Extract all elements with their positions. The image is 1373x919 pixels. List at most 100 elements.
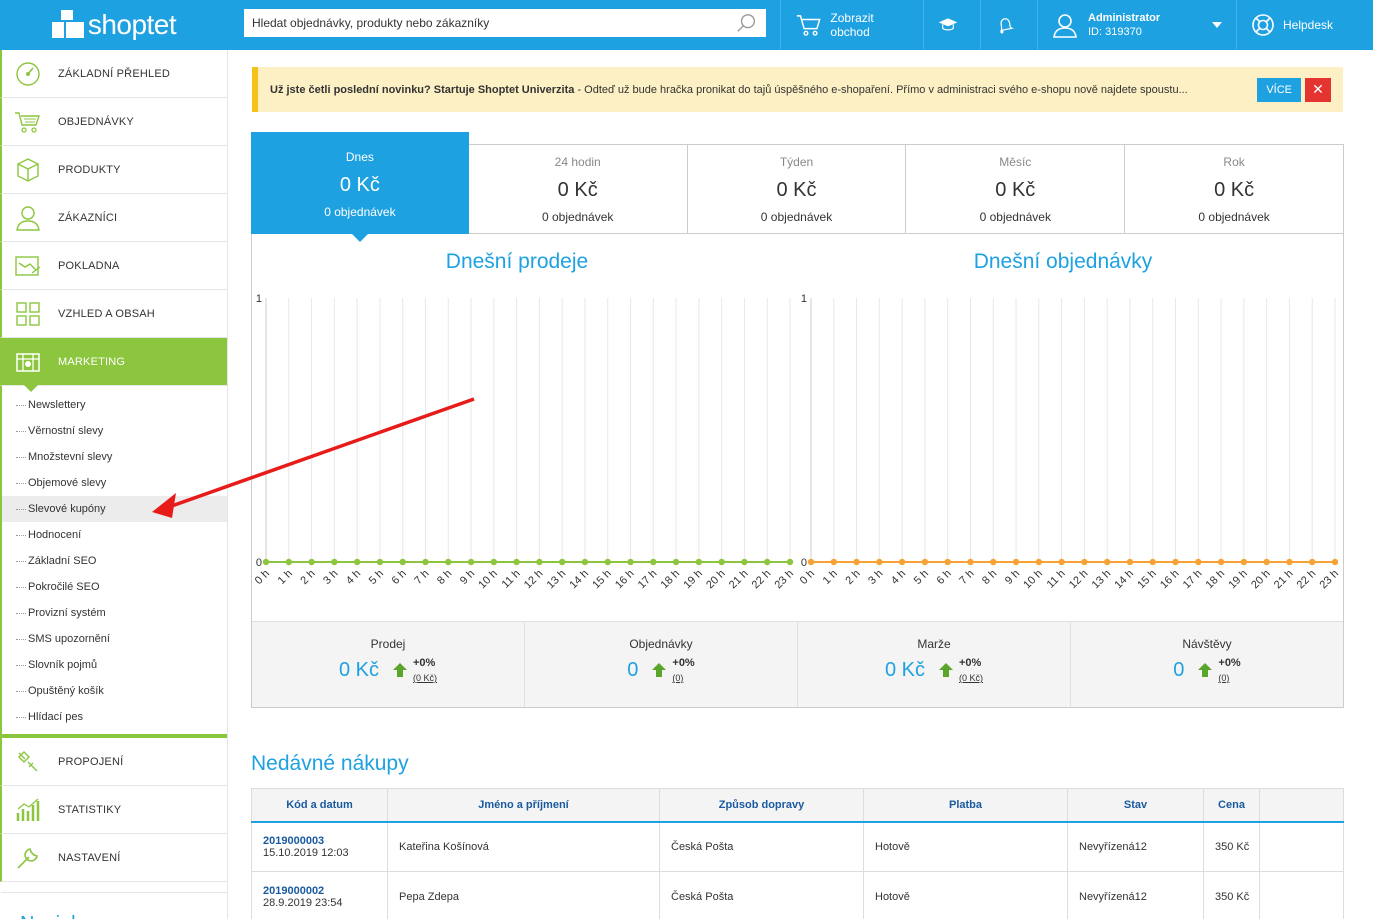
x-tick-label: 16 h <box>1158 568 1182 592</box>
search-input[interactable]: Hledat objednávky, produkty nebo zákazní… <box>244 9 766 37</box>
col-status[interactable]: Stav <box>1067 788 1204 823</box>
data-point <box>490 558 498 566</box>
col-payment[interactable]: Platba <box>863 788 1068 823</box>
tab-year[interactable]: Rok 0 Kč 0 objednávek <box>1125 144 1344 234</box>
x-tick-label: 23 h <box>1317 568 1341 592</box>
x-tick-label: 17 h <box>1181 568 1205 592</box>
table-row[interactable]: 2019000002 28.9.2019 23:54 Pepa Zdepa Čes… <box>251 871 1344 919</box>
banner-close-button[interactable]: ✕ <box>1305 77 1331 102</box>
data-point <box>876 558 883 566</box>
wrench-icon <box>14 844 42 872</box>
basket-icon <box>14 108 42 136</box>
sidebar-item-products[interactable]: PRODUKTY <box>0 146 227 194</box>
col-name[interactable]: Jméno a příjmení <box>387 788 660 823</box>
news-banner: Už jste četli poslední novinku? Startuje… <box>252 67 1343 112</box>
submenu-item-watchdog[interactable]: Hlídací pes <box>2 704 227 730</box>
lifebuoy-icon <box>1252 14 1274 36</box>
col-code-date[interactable]: Kód a datum <box>251 788 388 823</box>
summary-orders: Objednávky 0 +0% (0) <box>525 622 798 707</box>
data-point <box>672 558 680 566</box>
submenu-item-discount-coupons[interactable]: Slevové kupóny <box>2 496 227 522</box>
sidebar-item-register[interactable]: POKLADNA <box>0 242 227 290</box>
sidebar-item-customers[interactable]: ZÁKAZNÍCI <box>0 194 227 242</box>
submenu-item-loyalty-discounts[interactable]: Věrnostní slevy <box>2 418 227 444</box>
x-tick-label: 10 h <box>1021 568 1045 592</box>
sidebar-item-dashboard[interactable]: ZÁKLADNÍ PŘEHLED <box>0 50 227 98</box>
arrow-up-icon <box>393 663 407 677</box>
data-point <box>1331 558 1339 566</box>
data-point <box>1103 558 1111 566</box>
submenu-item-glossary[interactable]: Slovník pojmů <box>2 652 227 678</box>
sidebar-item-integrations[interactable]: PROPOJENÍ <box>0 738 227 786</box>
marketing-icon <box>14 348 42 376</box>
sidebar-item-statistics[interactable]: STATISTIKY <box>0 786 227 834</box>
submenu-item-basic-seo[interactable]: Základní SEO <box>2 548 227 574</box>
banner-text: Už jste četli poslední novinku? Startuje… <box>270 83 1188 96</box>
col-price[interactable]: Cena <box>1203 788 1260 823</box>
search-icon[interactable] <box>736 12 758 34</box>
data-point <box>445 558 452 566</box>
sidebar-item-marketing[interactable]: MARKETING <box>0 338 227 392</box>
submenu-item-abandoned-cart[interactable]: Opuštěný košík <box>2 678 227 704</box>
orders-table: Kód a datum Jméno a příjmení Způsob dopr… <box>251 788 1344 919</box>
submenu-item-affiliate[interactable]: Provizní systém <box>2 600 227 626</box>
x-tick-label: 13 h <box>545 568 569 592</box>
tab-week[interactable]: Týden 0 Kč 0 objednávek <box>687 144 907 234</box>
data-point <box>853 558 860 566</box>
sales-chart: 010 h1 h2 h3 h4 h5 h6 h7 h8 h9 h 10 h 11 h… <box>253 293 796 592</box>
helpdesk-button[interactable]: Helpdesk <box>1237 0 1373 50</box>
logo-text: shoptet <box>87 9 177 40</box>
x-tick-label: 21 h <box>1272 568 1296 592</box>
submenu-item-volume-discounts[interactable]: Objemové slevy <box>2 470 227 496</box>
data-point <box>1309 558 1316 566</box>
data-point <box>536 558 543 566</box>
tab-24h[interactable]: 24 hodin 0 Kč 0 objednávek <box>468 144 688 234</box>
x-tick-label: 16 h <box>613 568 637 592</box>
banner-more-button[interactable]: VÍCE <box>1257 77 1301 102</box>
table-row[interactable]: 2019000003 15.10.2019 12:03 Kateřina Koší… <box>251 821 1344 872</box>
user-icon <box>14 204 42 232</box>
tab-month[interactable]: Měsíc 0 Kč 0 objednávek <box>906 144 1126 234</box>
x-tick-label: 0 h <box>253 568 272 587</box>
submenu-item-newsletters[interactable]: Newslettery <box>2 392 227 418</box>
x-tick-label: 1 h <box>821 568 840 587</box>
submenu-item-quantity-discounts[interactable]: Množstevní slevy <box>2 444 227 470</box>
submenu-item-sms[interactable]: SMS upozornění <box>2 626 227 652</box>
data-point <box>558 558 566 566</box>
data-point <box>422 558 429 566</box>
data-point <box>741 558 748 566</box>
data-point <box>353 558 361 566</box>
sidebar-item-layout[interactable]: VZHLED A OBSAH <box>0 290 227 338</box>
x-tick-label: 10 h <box>476 568 500 592</box>
data-point <box>1058 558 1065 566</box>
x-tick-label: 22 h <box>1295 568 1319 592</box>
show-shop-button[interactable]: Zobrazit obchod <box>781 0 923 50</box>
sidebar-item-orders[interactable]: OBJEDNÁVKY <box>0 98 227 146</box>
sidebar-item-settings[interactable]: NASTAVENÍ <box>0 834 227 882</box>
x-tick-label: 4 h <box>889 568 908 587</box>
arrow-up-icon <box>652 663 667 677</box>
col-shipping[interactable]: Způsob dopravy <box>659 788 864 823</box>
university-button[interactable] <box>924 0 980 50</box>
submenu-item-advanced-seo[interactable]: Pokročilé SEO <box>2 574 227 600</box>
data-point <box>967 558 974 566</box>
x-tick-label: 2 h <box>298 568 317 587</box>
data-point <box>1035 558 1043 566</box>
plug-icon <box>14 748 42 776</box>
data-point <box>695 558 703 566</box>
admin-menu[interactable]: Administrator ID: 319370 <box>1038 0 1236 50</box>
recent-purchases-title: Nedávné nákupy <box>251 752 409 775</box>
submenu-item-reviews[interactable]: Hodnocení <box>2 522 227 548</box>
top-bar: shoptet Hledat objednávky, produkty nebo… <box>0 0 1373 50</box>
tab-today[interactable]: Dnes 0 Kč 0 objednávek <box>251 132 469 242</box>
data-point <box>807 558 815 566</box>
order-code-link[interactable]: 2019000002 <box>263 885 387 897</box>
x-tick-label: 19 h <box>681 568 705 592</box>
cart-icon <box>796 15 821 36</box>
x-tick-label: 8 h <box>435 568 454 587</box>
notifications-button[interactable] <box>981 0 1037 50</box>
order-code-link[interactable]: 2019000003 <box>263 835 387 847</box>
x-tick-label: 7 h <box>412 568 431 587</box>
stats-icon <box>14 796 42 824</box>
shoptet-logo[interactable]: shoptet <box>0 0 228 50</box>
